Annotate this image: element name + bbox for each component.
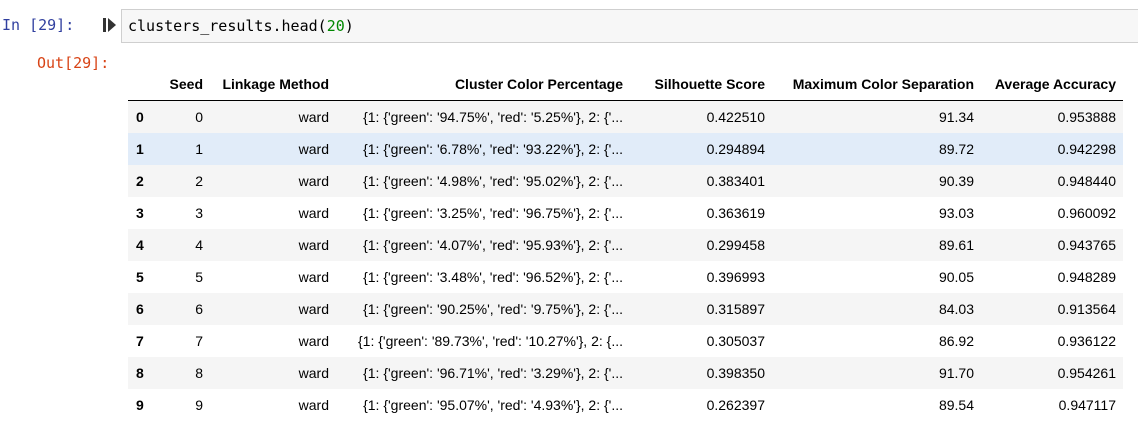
- cell-silhouette-score: 0.305037: [706, 333, 765, 349]
- table-row: 8 8 ward {1: {'green': '96.71%', 'red': '3.…: [128, 357, 1123, 389]
- row-index: 7: [136, 333, 144, 349]
- cell-average-accuracy: 0.948289: [1057, 269, 1116, 285]
- input-prompt: In [29]:: [2, 16, 75, 34]
- cell-maximum-color-separation: 84.03: [938, 301, 974, 317]
- table-row: 9 9 ward {1: {'green': '95.07%', 'red': '4.…: [128, 389, 1123, 421]
- table-row: 1 1 ward {1: {'green': '6.78%', 'red': '93.…: [128, 133, 1123, 165]
- table-row: 7 7 ward {1: {'green': '89.73%', 'red': '10…: [128, 325, 1123, 357]
- cell-average-accuracy: 0.936122: [1057, 333, 1116, 349]
- table-row: 5 5 ward {1: {'green': '3.48%', 'red': '96.…: [128, 261, 1123, 293]
- table-header: Seed Linkage Method Cluster Color Percen…: [128, 68, 1123, 101]
- row-index: 2: [136, 173, 144, 189]
- table-body: 0 0 ward {1: {'green': '94.75%', 'red': '5.…: [128, 100, 1123, 422]
- cell-seed: 2: [195, 173, 203, 189]
- row-index: 6: [136, 301, 144, 317]
- cell-silhouette-score: 0.363619: [706, 205, 765, 221]
- header-row: Seed Linkage Method Cluster Color Percen…: [128, 68, 1123, 101]
- cell-seed: 1: [195, 141, 203, 157]
- cell-maximum-color-separation: 89.54: [938, 397, 974, 413]
- cell-silhouette-score: 0.396993: [706, 269, 765, 285]
- cell-silhouette-score: 0.262397: [706, 397, 765, 413]
- cell-cluster-color-percentage: {1: {'green': '89.73%', 'red': '10.27%'}…: [357, 333, 623, 349]
- cell-linkage-method: ward: [298, 269, 329, 285]
- header-index: [128, 68, 158, 101]
- dataframe-table: Seed Linkage Method Cluster Color Percen…: [128, 68, 1123, 421]
- cell-linkage-method: ward: [298, 141, 329, 157]
- code-argument: 20: [326, 17, 345, 35]
- cell-seed: 5: [195, 269, 203, 285]
- cell-maximum-color-separation: 93.03: [938, 205, 974, 221]
- cell-seed: 0: [195, 109, 203, 125]
- cell-maximum-color-separation: 91.70: [938, 365, 974, 381]
- row-index: 9: [136, 397, 144, 413]
- cell-average-accuracy: 0.942298: [1057, 141, 1116, 157]
- cell-linkage-method: ward: [298, 173, 329, 189]
- cell-linkage-method: ward: [298, 365, 329, 381]
- cell-seed: 6: [195, 301, 203, 317]
- cell-silhouette-score: 0.422510: [706, 109, 765, 125]
- output-prompt: Out[29]:: [37, 54, 110, 72]
- cell-maximum-color-separation: 89.61: [938, 237, 974, 253]
- cell-average-accuracy: 0.943765: [1057, 237, 1116, 253]
- cell-silhouette-score: 0.398350: [706, 365, 765, 381]
- cell-cluster-color-percentage: {1: {'green': '6.78%', 'red': '93.22%'},…: [363, 141, 623, 157]
- cell-average-accuracy: 0.953888: [1057, 109, 1116, 125]
- cell-maximum-color-separation: 86.92: [938, 333, 974, 349]
- cell-linkage-method: ward: [298, 237, 329, 253]
- cell-silhouette-score: 0.315897: [706, 301, 765, 317]
- cell-cluster-color-percentage: {1: {'green': '3.48%', 'red': '96.52%'},…: [363, 269, 623, 285]
- cell-seed: 4: [195, 237, 203, 253]
- code-line: clusters_results.head(20): [128, 17, 354, 35]
- cell-cluster-color-percentage: {1: {'green': '90.25%', 'red': '9.75%'},…: [363, 301, 623, 317]
- row-index: 0: [136, 109, 144, 125]
- code-input-area[interactable]: clusters_results.head(20): [121, 9, 1138, 43]
- row-index: 4: [136, 237, 144, 253]
- cell-seed: 7: [195, 333, 203, 349]
- code-suffix: ): [344, 17, 354, 35]
- cell-maximum-color-separation: 90.39: [938, 173, 974, 189]
- row-index: 8: [136, 365, 144, 381]
- code-prefix: clusters_results.head(: [128, 17, 327, 35]
- cell-cluster-color-percentage: {1: {'green': '3.25%', 'red': '96.75%'},…: [363, 205, 623, 221]
- header-maximum-color-separation: Maximum Color Separation: [772, 68, 981, 101]
- table-row: 4 4 ward {1: {'green': '4.07%', 'red': '95.…: [128, 229, 1123, 261]
- row-index: 5: [136, 269, 144, 285]
- cell-silhouette-score: 0.383401: [706, 173, 765, 189]
- cell-seed: 9: [195, 397, 203, 413]
- run-cell-icon[interactable]: [103, 17, 117, 33]
- header-seed: Seed: [158, 68, 210, 101]
- table-row: 6 6 ward {1: {'green': '90.25%', 'red': '9.…: [128, 293, 1123, 325]
- cell-average-accuracy: 0.960092: [1057, 205, 1116, 221]
- header-linkage-method: Linkage Method: [210, 68, 336, 101]
- row-index: 3: [136, 205, 144, 221]
- cell-maximum-color-separation: 91.34: [938, 109, 974, 125]
- cell-average-accuracy: 0.947117: [1058, 397, 1116, 413]
- cell-seed: 8: [195, 365, 203, 381]
- cell-linkage-method: ward: [298, 205, 329, 221]
- cell-maximum-color-separation: 90.05: [938, 269, 974, 285]
- header-average-accuracy: Average Accuracy: [981, 68, 1123, 101]
- cell-seed: 3: [195, 205, 203, 221]
- cell-average-accuracy: 0.954261: [1057, 365, 1116, 381]
- cell-cluster-color-percentage: {1: {'green': '94.75%', 'red': '5.25%'},…: [363, 109, 623, 125]
- cell-silhouette-score: 0.299458: [706, 237, 765, 253]
- header-silhouette-score: Silhouette Score: [630, 68, 772, 101]
- cell-linkage-method: ward: [298, 109, 329, 125]
- header-cluster-color-percentage: Cluster Color Percentage: [336, 68, 630, 101]
- cell-silhouette-score: 0.294894: [706, 141, 765, 157]
- cell-linkage-method: ward: [298, 333, 329, 349]
- cell-linkage-method: ward: [298, 397, 329, 413]
- cell-cluster-color-percentage: {1: {'green': '96.71%', 'red': '3.29%'},…: [363, 365, 623, 381]
- row-index: 1: [136, 141, 144, 157]
- cell-cluster-color-percentage: {1: {'green': '4.07%', 'red': '95.93%'},…: [363, 237, 623, 253]
- cell-cluster-color-percentage: {1: {'green': '95.07%', 'red': '4.93%'},…: [363, 397, 623, 413]
- cell-cluster-color-percentage: {1: {'green': '4.98%', 'red': '95.02%'},…: [363, 173, 623, 189]
- cell-maximum-color-separation: 89.72: [938, 141, 974, 157]
- cell-average-accuracy: 0.948440: [1057, 173, 1116, 189]
- table-row: 3 3 ward {1: {'green': '3.25%', 'red': '96.…: [128, 197, 1123, 229]
- cell-linkage-method: ward: [298, 301, 329, 317]
- table-row: 2 2 ward {1: {'green': '4.98%', 'red': '95.…: [128, 165, 1123, 197]
- table-row: 0 0 ward {1: {'green': '94.75%', 'red': '5.…: [128, 100, 1123, 133]
- cell-average-accuracy: 0.913564: [1057, 301, 1116, 317]
